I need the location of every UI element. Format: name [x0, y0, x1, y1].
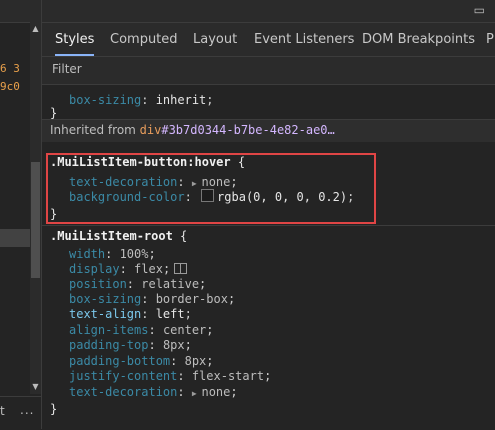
tab-computed[interactable]: Computed	[110, 23, 178, 56]
inherited-element-link[interactable]: div#3b7d0344-b7be-4e82-ae0…	[140, 123, 335, 137]
declaration[interactable]: padding-bottom: 8px;	[69, 353, 214, 369]
property-value[interactable]: none	[201, 175, 230, 189]
property-value[interactable]: relative	[141, 277, 199, 291]
color-swatch[interactable]	[201, 189, 215, 202]
property-value[interactable]: flex	[134, 262, 163, 276]
tab-styles[interactable]: Styles	[55, 23, 95, 56]
declaration[interactable]: justify-content: flex-start;	[69, 368, 271, 384]
declaration[interactable]: background-color: rgba(0, 0, 0, 0.2);	[69, 189, 354, 205]
property-name[interactable]: display	[69, 262, 120, 276]
property-name[interactable]: align-items	[69, 323, 148, 337]
property-value[interactable]: none	[201, 385, 230, 399]
property-name[interactable]: padding-top	[69, 338, 148, 352]
declaration[interactable]: position: relative;	[69, 276, 206, 292]
selected-dom-node[interactable]	[0, 229, 30, 247]
rule-close-brace: }	[50, 207, 58, 221]
declaration[interactable]: text-decoration: ▶ none;	[69, 384, 238, 402]
sidebar-tab-bar: Styles Computed Layout Event Listeners D…	[42, 23, 495, 57]
filter-input[interactable]: Filter	[52, 62, 82, 76]
property-value[interactable]: flex-start	[192, 369, 264, 383]
property-name[interactable]: width	[69, 247, 105, 261]
rule-selector[interactable]: .MuiListItem-root {	[50, 228, 187, 244]
property-name[interactable]: box-sizing	[69, 292, 141, 306]
overflow-icon[interactable]: ▭	[474, 3, 485, 17]
breadcrumb-item[interactable]: t	[0, 404, 5, 418]
filter-bar: Filter	[42, 57, 495, 85]
property-name[interactable]: justify-content	[69, 369, 177, 383]
elements-toolbar	[0, 0, 41, 23]
property-value[interactable]: 8px	[163, 338, 185, 352]
property-value[interactable]: 8px	[185, 354, 207, 368]
declaration[interactable]: text-align: left;	[69, 306, 192, 322]
declaration[interactable]: box-sizing: border-box;	[69, 291, 235, 307]
tab-properties[interactable]: P	[486, 23, 494, 56]
code-fragment: 9c0	[0, 80, 20, 93]
declaration[interactable]: align-items: center;	[69, 322, 214, 338]
property-name[interactable]: text-decoration	[69, 175, 177, 189]
inherited-header: Inherited from div#3b7d0344-b7be-4e82-ae…	[42, 120, 495, 142]
declaration[interactable]: display: flex;	[69, 261, 188, 277]
property-name[interactable]: box-sizing	[69, 93, 141, 107]
elements-panel-edge: 6 3 9c0 ▲ ▼ t ...	[0, 0, 42, 430]
inherited-label: Inherited from	[50, 123, 140, 137]
tab-event-listeners[interactable]: Event Listeners	[254, 23, 354, 56]
code-fragment: 6 3	[0, 62, 20, 75]
property-name[interactable]: text-decoration	[69, 385, 177, 399]
tab-layout[interactable]: Layout	[193, 23, 237, 56]
property-name[interactable]: background-color	[69, 190, 185, 204]
property-name[interactable]: text-align	[69, 307, 141, 321]
property-name[interactable]: padding-bottom	[69, 354, 170, 368]
property-value[interactable]: border-box	[156, 292, 228, 306]
declaration[interactable]: width: 100%;	[69, 246, 156, 262]
scroll-up-arrow-icon[interactable]: ▲	[30, 22, 41, 36]
property-value[interactable]: left	[156, 307, 185, 321]
scroll-down-arrow-icon[interactable]: ▼	[30, 380, 41, 394]
rule-selector[interactable]: .MuiListItem-button:hover {	[50, 154, 245, 170]
rule-close-brace: }	[50, 402, 58, 416]
declaration[interactable]: padding-top: 8px;	[69, 337, 192, 353]
declaration[interactable]: box-sizing: inherit;	[69, 92, 214, 108]
property-value[interactable]: inherit	[156, 93, 207, 107]
scrollbar-thumb[interactable]	[31, 162, 40, 278]
flexbox-editor-icon[interactable]	[174, 263, 188, 274]
breadcrumb-bar: t ...	[0, 396, 41, 430]
styles-pane: box-sizing: inherit; } Inherited from di…	[42, 85, 495, 429]
property-name[interactable]: position	[69, 277, 127, 291]
more-icon[interactable]: ...	[20, 403, 34, 417]
property-value[interactable]: center	[163, 323, 206, 337]
property-value[interactable]: 100%	[120, 247, 149, 261]
devtools-top-strip: ▭	[42, 0, 495, 23]
divider	[42, 225, 495, 226]
tab-dom-breakpoints[interactable]: DOM Breakpoints	[362, 23, 475, 56]
property-value[interactable]: rgba(0, 0, 0, 0.2)	[217, 190, 347, 204]
